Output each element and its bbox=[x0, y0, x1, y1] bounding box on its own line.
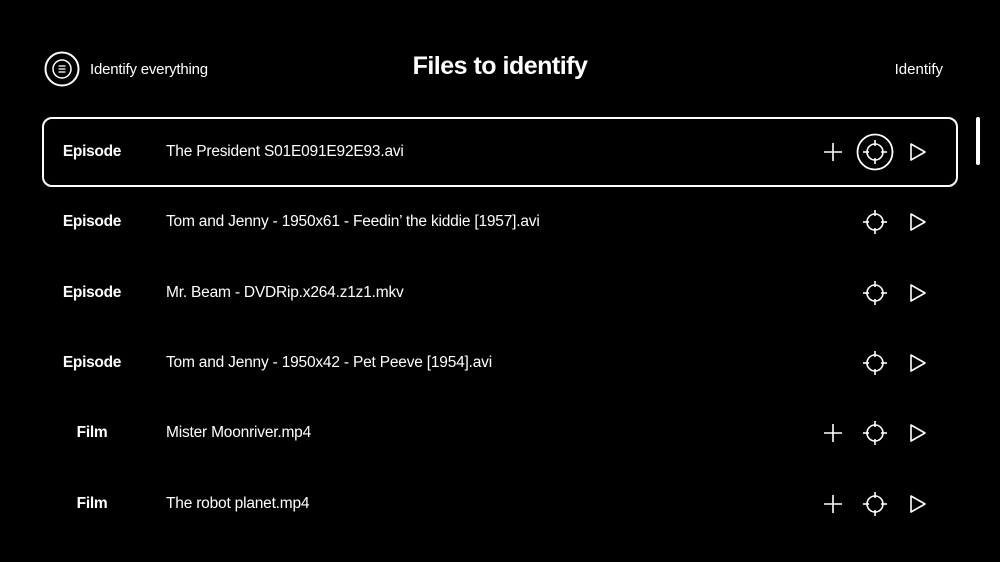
play-button[interactable] bbox=[908, 423, 928, 443]
identify-file-button[interactable] bbox=[862, 350, 888, 376]
file-name: Mr. Beam - DVDRip.x264.z1z1.mkv bbox=[166, 283, 404, 301]
play-icon bbox=[910, 494, 926, 513]
add-button[interactable] bbox=[823, 423, 843, 443]
plus-icon bbox=[824, 494, 842, 513]
play-button[interactable] bbox=[908, 353, 928, 373]
plus-icon bbox=[824, 424, 842, 443]
file-row[interactable]: Film Mister Moonriver.mp4 bbox=[42, 398, 958, 468]
page-title: Files to identify bbox=[412, 52, 588, 80]
file-row[interactable]: Episode Mr. Beam - DVDRip.x264.z1z1.mkv bbox=[42, 258, 958, 328]
identify-file-button[interactable] bbox=[862, 420, 888, 446]
file-row[interactable]: Film The robot planet.mp4 bbox=[42, 468, 958, 538]
add-button[interactable] bbox=[823, 494, 843, 514]
identify-file-button[interactable] bbox=[862, 280, 888, 306]
play-icon bbox=[910, 354, 926, 372]
file-type-label: Film bbox=[76, 494, 108, 512]
play-button[interactable] bbox=[908, 494, 928, 514]
identify-button[interactable]: Identify bbox=[895, 61, 943, 78]
file-type-label: Episode bbox=[62, 283, 122, 301]
file-type-label: Episode bbox=[62, 354, 122, 372]
file-row[interactable]: Episode The President S01E091E92E93.avi bbox=[42, 117, 958, 188]
identify-file-button[interactable] bbox=[862, 491, 888, 517]
file-list: Episode The President S01E091E92E93.avi Ep… bbox=[42, 117, 958, 539]
crosshair-icon bbox=[863, 491, 887, 516]
identify-file-button[interactable] bbox=[862, 209, 888, 235]
file-name: Tom and Jenny - 1950x61 - Feedin’ the ki… bbox=[166, 213, 540, 231]
file-type-label: Episode bbox=[62, 143, 122, 161]
crosshair-icon bbox=[863, 210, 887, 235]
file-name: Mister Moonriver.mp4 bbox=[166, 424, 312, 442]
file-row[interactable]: Episode Tom and Jenny - 1950x42 - Pet Pee… bbox=[42, 328, 958, 398]
file-type-label: Episode bbox=[62, 213, 122, 231]
add-button[interactable] bbox=[823, 142, 843, 162]
play-icon bbox=[910, 143, 926, 161]
file-row[interactable]: Episode Tom and Jenny - 1950x61 - Feedin’… bbox=[42, 187, 958, 257]
crosshair-icon bbox=[863, 280, 887, 305]
scrollbar-thumb[interactable] bbox=[976, 117, 980, 165]
file-name: The robot planet.mp4 bbox=[166, 494, 310, 512]
scrollbar[interactable] bbox=[976, 117, 982, 165]
play-icon bbox=[910, 424, 926, 443]
crosshair-icon bbox=[863, 351, 887, 376]
crosshair-icon bbox=[856, 133, 894, 171]
header: Identify everything Files to identify Id… bbox=[0, 0, 1000, 120]
file-name: The President S01E091E92E93.avi bbox=[166, 143, 404, 161]
play-button[interactable] bbox=[908, 283, 928, 303]
identify-file-button[interactable] bbox=[856, 133, 894, 171]
play-icon bbox=[910, 213, 926, 232]
play-button[interactable] bbox=[908, 212, 928, 232]
crosshair-icon bbox=[863, 421, 887, 446]
plus-icon bbox=[824, 143, 842, 162]
play-button[interactable] bbox=[908, 142, 928, 162]
file-name: Tom and Jenny - 1950x42 - Pet Peeve [195… bbox=[166, 354, 492, 372]
file-type-label: Film bbox=[76, 424, 108, 442]
play-icon bbox=[910, 283, 926, 302]
